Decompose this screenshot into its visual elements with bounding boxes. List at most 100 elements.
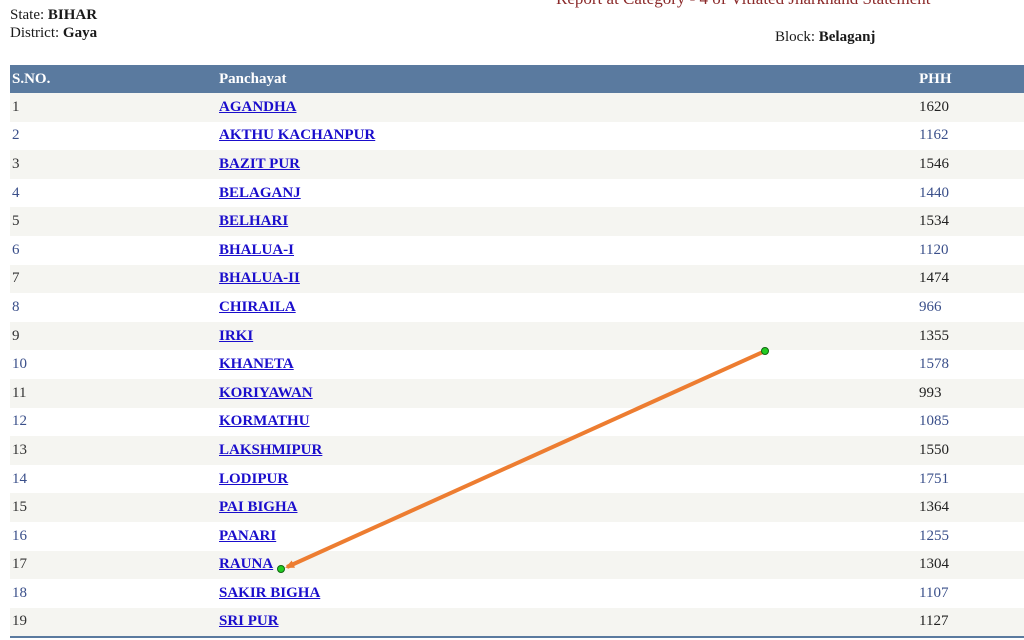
row-phh: 1120 (919, 241, 949, 258)
row-phh: 1127 (919, 613, 949, 630)
table-row: 19 SRI PUR 1127 (10, 607, 1024, 638)
row-panchayat-cell: AKTHU KACHANPUR (217, 122, 917, 151)
table-row: 14 LODIPUR 1751 (10, 464, 1024, 494)
report-title: Report at Category - 4 of Vitiated Jhark… (556, 0, 930, 9)
row-sno: 15 (12, 499, 27, 516)
table-row: 10 KHANETA 1578 (10, 350, 1024, 379)
row-panchayat-cell: LODIPUR (217, 465, 917, 494)
panchayat-table: S.NO. Panchayat PHH 1 AGANDHA 1620 2 AKTHU K… (10, 65, 1024, 638)
panchayat-link[interactable]: PAI BIGHA (219, 499, 297, 515)
row-sno: 19 (12, 613, 27, 630)
state-value: BIHAR (47, 7, 98, 23)
row-phh: 1085 (919, 413, 949, 430)
panchayat-link[interactable]: LODIPUR (219, 471, 288, 487)
block-value: Belaganj (818, 29, 876, 45)
row-phh: 966 (919, 298, 942, 315)
panchayat-table-container: S.NO. Panchayat PHH 1 AGANDHA 1620 2 AKTHU K… (10, 65, 1024, 638)
row-panchayat-cell: CHIRAILA (217, 293, 917, 322)
row-sno: 6 (12, 241, 20, 258)
panchayat-link[interactable]: KORIYAWAN (219, 385, 313, 401)
table-row: 9 IRKI 1355 (10, 321, 1024, 351)
row-phh: 1474 (919, 270, 949, 287)
table-row: 3 BAZIT PUR 1546 (10, 150, 1024, 179)
row-phh: 993 (919, 384, 942, 401)
row-panchayat-cell: BHALUA-II (217, 265, 917, 294)
table-row: 5 BELHARI 1534 (10, 207, 1024, 236)
panchayat-link[interactable]: AGANDHA (219, 99, 297, 115)
row-sno: 1 (12, 98, 20, 115)
table-row: 16 PANARI 1255 (10, 521, 1024, 551)
district-label: District: (10, 25, 60, 41)
row-phh: 1620 (919, 98, 949, 115)
table-row: 11 KORIYAWAN 993 (10, 378, 1024, 408)
panchayat-link[interactable]: IRKI (219, 328, 253, 344)
row-phh: 1534 (919, 213, 949, 230)
table-row: 18 SAKIR BIGHA 1107 (10, 579, 1024, 608)
row-panchayat-cell: RAUNA (217, 551, 917, 580)
block-label: Block: (775, 29, 815, 45)
table-row: 4 BELAGANJ 1440 (10, 178, 1024, 208)
panchayat-link[interactable]: RAUNA (219, 556, 273, 572)
row-sno: 8 (12, 298, 20, 315)
location-header: State: BIHAR District: Gaya (10, 6, 97, 42)
row-panchayat-cell: BELHARI (217, 207, 917, 236)
district-value: Gaya (62, 25, 98, 41)
panchayat-link[interactable]: CHIRAILA (219, 299, 296, 315)
row-panchayat-cell: AGANDHA (217, 93, 917, 122)
table-row: 15 PAI BIGHA 1364 (10, 493, 1024, 522)
row-phh: 1578 (919, 356, 949, 373)
row-sno: 9 (12, 327, 20, 344)
panchayat-link[interactable]: KHANETA (219, 356, 294, 372)
panchayat-link[interactable]: SAKIR BIGHA (219, 585, 320, 601)
table-row: 1 AGANDHA 1620 (10, 93, 1024, 122)
row-panchayat-cell: SAKIR BIGHA (217, 579, 917, 608)
row-sno: 12 (12, 413, 27, 430)
table-header-row: S.NO. Panchayat PHH (10, 65, 1024, 93)
panchayat-link[interactable]: PANARI (219, 528, 276, 544)
row-panchayat-cell: KORIYAWAN (217, 379, 917, 408)
panchayat-link[interactable]: AKTHU KACHANPUR (219, 127, 375, 143)
row-phh: 1107 (919, 584, 949, 601)
table-row: 7 BHALUA-II 1474 (10, 264, 1024, 294)
row-sno: 16 (12, 527, 27, 544)
table-row: 2 AKTHU KACHANPUR 1162 (10, 121, 1024, 151)
column-header-sno: S.NO. (12, 70, 51, 87)
row-sno: 5 (12, 213, 20, 230)
row-sno: 13 (12, 441, 27, 458)
panchayat-link[interactable]: KORMATHU (219, 413, 310, 429)
row-phh: 1355 (919, 327, 949, 344)
row-panchayat-cell: PAI BIGHA (217, 493, 917, 522)
row-phh: 1162 (919, 127, 949, 144)
panchayat-link[interactable]: BELHARI (219, 213, 288, 229)
panchayat-link[interactable]: SRI PUR (219, 613, 279, 629)
block-line: Block: Belaganj (775, 28, 875, 46)
row-sno: 10 (12, 356, 27, 373)
table-row: 17 RAUNA 1304 (10, 550, 1024, 580)
row-panchayat-cell: BHALUA-I (217, 236, 917, 265)
row-sno: 7 (12, 270, 20, 287)
row-phh: 1364 (919, 499, 949, 516)
state-line: State: BIHAR (10, 6, 97, 24)
row-sno: 2 (12, 127, 20, 144)
panchayat-link[interactable]: BHALUA-II (219, 270, 300, 286)
panchayat-link[interactable]: BAZIT PUR (219, 156, 300, 172)
column-header-panchayat: Panchayat (219, 70, 287, 87)
row-sno: 14 (12, 470, 27, 487)
row-sno: 11 (12, 384, 27, 401)
row-sno: 17 (12, 556, 27, 573)
row-phh: 1550 (919, 441, 949, 458)
panchayat-link[interactable]: BHALUA-I (219, 242, 294, 258)
row-panchayat-cell: LAKSHMIPUR (217, 436, 917, 465)
row-sno: 3 (12, 155, 20, 172)
row-panchayat-cell: IRKI (217, 322, 917, 351)
row-panchayat-cell: PANARI (217, 522, 917, 551)
row-phh: 1440 (919, 184, 949, 201)
row-phh: 1546 (919, 155, 949, 172)
row-sno: 4 (12, 184, 20, 201)
state-label: State: (10, 7, 45, 23)
panchayat-link[interactable]: LAKSHMIPUR (219, 442, 322, 458)
panchayat-link[interactable]: BELAGANJ (219, 185, 301, 201)
row-sno: 18 (12, 584, 27, 601)
table-row: 6 BHALUA-I 1120 (10, 235, 1024, 265)
row-panchayat-cell: BAZIT PUR (217, 150, 917, 179)
